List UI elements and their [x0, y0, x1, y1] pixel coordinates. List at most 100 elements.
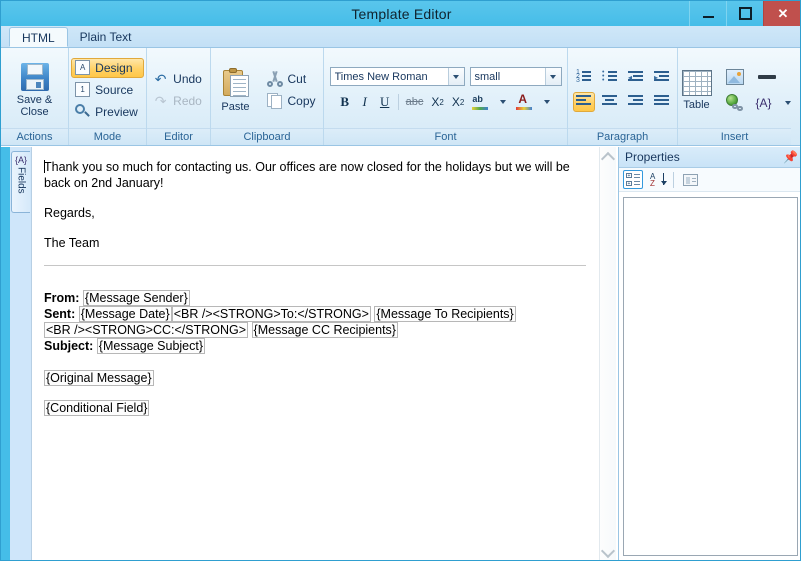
conditional-field-line: {Conditional Field}: [44, 400, 586, 416]
maximize-button[interactable]: [726, 1, 763, 26]
alphabetical-view-button[interactable]: AZ: [647, 170, 667, 189]
ribbon-group-mode: A Design 1 Source Preview Mode: [69, 48, 147, 145]
table-icon: [681, 70, 712, 96]
strikethrough-button[interactable]: abc: [403, 92, 427, 112]
hyperlink-globe-icon: [726, 94, 743, 111]
tab-plain-text[interactable]: Plain Text: [68, 27, 144, 47]
group-label-editor: Editor: [147, 128, 210, 145]
align-right-icon: [628, 95, 643, 108]
copy-pages-icon: [266, 92, 283, 109]
categorize-icon: + +: [626, 173, 640, 187]
numbered-list-button[interactable]: 123: [573, 68, 595, 88]
categorized-view-button[interactable]: + +: [623, 170, 643, 189]
chevron-down-icon: [600, 543, 616, 558]
undo-label: Undo: [173, 71, 202, 86]
editor-vertical-scrollbar[interactable]: [599, 147, 616, 560]
original-message-token[interactable]: {Original Message}: [44, 370, 154, 386]
property-pages-button[interactable]: [680, 170, 700, 189]
superscript-button[interactable]: X2: [449, 92, 467, 112]
align-right-button[interactable]: [625, 92, 647, 112]
mode-source-label: Source: [95, 82, 134, 97]
redo-button[interactable]: ↷ Redo: [149, 91, 208, 111]
editor-paragraph-3: The Team: [44, 236, 100, 250]
close-button[interactable]: ✕: [763, 1, 800, 26]
undo-button[interactable]: ↶ Undo: [149, 69, 208, 89]
to-recipients-token[interactable]: {Message To Recipients}: [374, 306, 516, 322]
minimize-icon: [702, 15, 714, 18]
mode-preview-label: Preview: [95, 104, 138, 119]
subject-label: Subject:: [44, 339, 94, 353]
insert-image-button[interactable]: [724, 67, 746, 87]
sent-markup-cc[interactable]: <BR /><STRONG>CC:</STRONG>: [44, 322, 249, 338]
highlight-color-button[interactable]: ab: [469, 92, 491, 112]
paste-button[interactable]: Paste: [213, 66, 259, 113]
from-label: From:: [44, 291, 80, 305]
cc-recipients-token[interactable]: {Message CC Recipients}: [251, 322, 398, 338]
scroll-up-button[interactable]: [600, 149, 616, 166]
insert-horizontal-rule-button[interactable]: [756, 67, 778, 87]
bulleted-list-icon: • • •: [602, 69, 617, 84]
ribbon-group-actions: Save & Close Actions: [1, 48, 69, 145]
editor-horizontal-rule: [44, 265, 586, 266]
conditional-field-token[interactable]: {Conditional Field}: [44, 400, 150, 416]
subject-token[interactable]: {Message Subject}: [96, 338, 206, 354]
properties-panel: Properties 📌 + + AZ: [618, 147, 800, 560]
font-size-select[interactable]: small: [469, 67, 562, 86]
group-label-font: Font: [324, 128, 567, 145]
subscript-button[interactable]: X2: [428, 92, 446, 112]
from-token[interactable]: {Message Sender}: [82, 290, 190, 306]
justify-icon: [654, 95, 669, 108]
insert-field-button[interactable]: {A}: [752, 93, 776, 113]
font-family-value: Times New Roman: [334, 70, 428, 83]
properties-grid[interactable]: [623, 197, 798, 556]
copy-label: Copy: [287, 93, 316, 108]
design-icon: A: [75, 60, 91, 75]
chevron-down-icon: [447, 68, 464, 85]
mode-preview-button[interactable]: Preview: [71, 102, 144, 122]
pin-icon[interactable]: 📌: [783, 150, 798, 164]
group-label-actions: Actions: [1, 128, 68, 145]
editor-paragraph-2: Regards,: [44, 206, 95, 220]
decrease-indent-button[interactable]: ◂: [625, 68, 647, 88]
mode-source-button[interactable]: 1 Source: [71, 80, 144, 100]
save-and-close-button[interactable]: Save & Close: [6, 61, 64, 118]
close-icon: ✕: [777, 6, 789, 21]
window-title: Template Editor: [351, 5, 452, 22]
align-center-button[interactable]: [599, 92, 621, 112]
tab-html[interactable]: HTML: [9, 27, 68, 47]
underline-button[interactable]: U: [376, 92, 394, 112]
chevron-down-icon: [544, 68, 561, 85]
editor-area: Thank you so much for contacting us. Our…: [31, 147, 616, 560]
title-bar: Template Editor ✕: [1, 1, 800, 26]
group-label-insert: Insert: [678, 128, 791, 145]
highlight-color-dropdown[interactable]: [493, 92, 511, 112]
font-color-dropdown[interactable]: [537, 92, 555, 112]
copy-button[interactable]: Copy: [263, 91, 322, 111]
minimize-button[interactable]: [689, 1, 726, 26]
ribbon-group-insert: Table {A} Insert: [678, 48, 791, 145]
properties-panel-title: Properties: [625, 150, 680, 164]
italic-button[interactable]: I: [356, 92, 374, 112]
fields-panel-tab-label: Fields: [15, 167, 27, 194]
html-editor-body[interactable]: Thank you so much for contacting us. Our…: [32, 147, 600, 560]
insert-hyperlink-button[interactable]: [724, 93, 746, 113]
insert-table-button[interactable]: Table: [676, 68, 718, 111]
cut-button[interactable]: Cut: [263, 69, 322, 89]
sent-date-token[interactable]: {Message Date}: [78, 306, 172, 322]
sent-markup-to[interactable]: <BR /><STRONG>To:</STRONG>: [171, 306, 371, 322]
align-left-button[interactable]: [572, 91, 595, 112]
highlighter-icon: ab: [472, 94, 489, 110]
fields-panel-tab[interactable]: {A} Fields: [11, 151, 30, 213]
bold-button[interactable]: B: [336, 92, 354, 112]
floppy-disk-icon: [20, 63, 49, 91]
chevron-up-icon: [600, 151, 616, 166]
scroll-down-button[interactable]: [600, 543, 616, 560]
editor-mode-tabs: HTML Plain Text: [1, 26, 800, 48]
insert-field-dropdown[interactable]: [782, 93, 794, 113]
left-rail: {A} Fields: [1, 147, 31, 560]
mode-design-button[interactable]: A Design: [71, 57, 144, 78]
bulleted-list-button[interactable]: • • •: [599, 68, 621, 88]
font-color-button[interactable]: A: [513, 92, 535, 112]
font-size-value: small: [474, 70, 501, 83]
font-family-select[interactable]: Times New Roman: [329, 67, 465, 86]
